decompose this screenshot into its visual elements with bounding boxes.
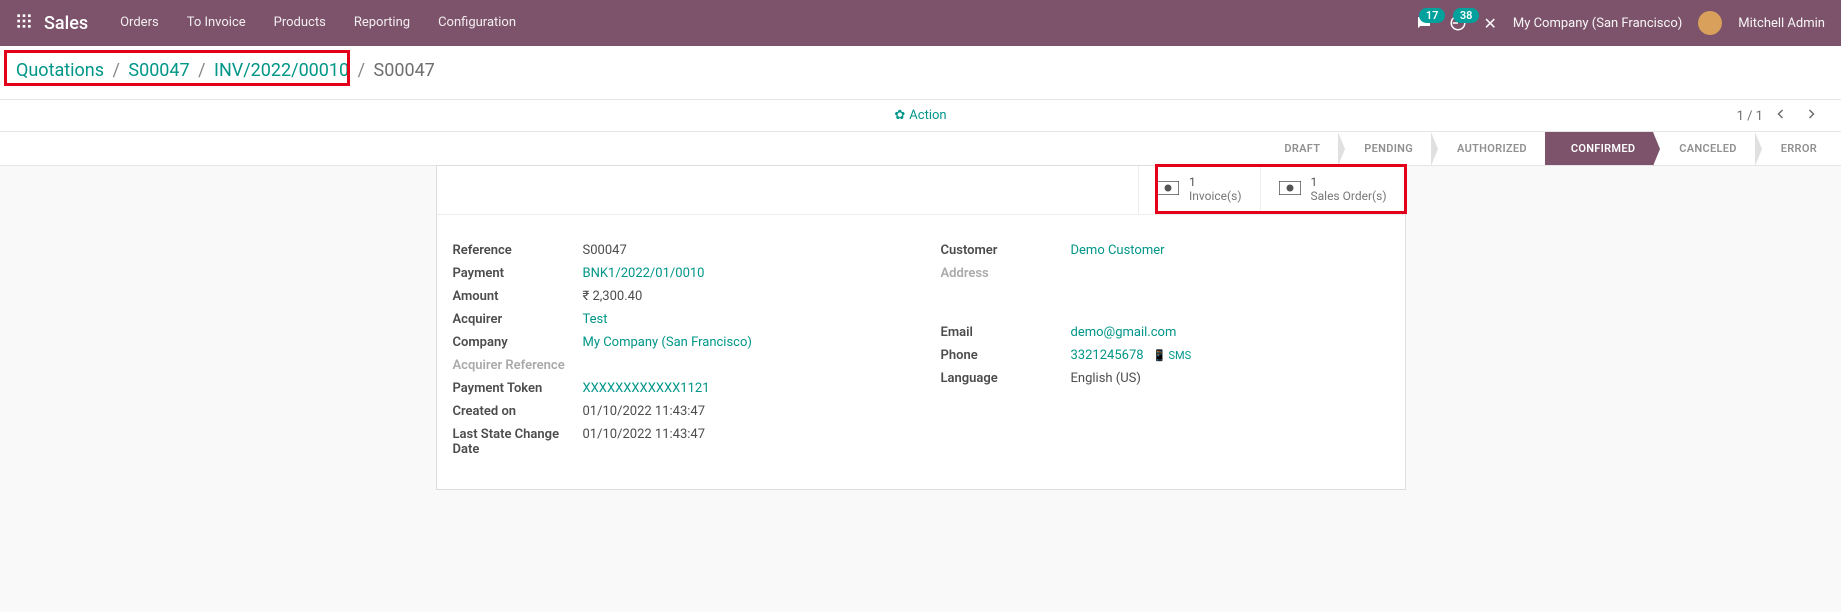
breadcrumb-link-quotations[interactable]: Quotations [16,60,104,81]
money-icon [1157,179,1179,200]
activity-icon[interactable]: 38 [1449,14,1467,32]
stat-buttons: 1 Invoice(s) 1 Sales Order(s) [437,166,1405,215]
value-company[interactable]: My Company (San Francisco) [583,335,752,350]
menu-products[interactable]: Products [260,0,340,46]
menu-to-invoice[interactable]: To Invoice [173,0,260,46]
sales-orders-count: 1 [1311,176,1387,190]
main-menu: Orders To Invoice Products Reporting Con… [106,0,530,46]
right-column: Customer Demo Customer Address Email dem… [941,239,1389,461]
breadcrumb-sep: / [358,60,365,81]
pager-prev[interactable] [1769,104,1793,128]
pager-position: 1 / 1 [1737,109,1763,124]
messaging-icon[interactable]: 17 [1415,14,1433,32]
action-dropdown[interactable]: ✿ Action [894,108,946,123]
label-phone: Phone [941,348,1071,363]
value-last-state-change: 01/10/2022 11:43:47 [583,427,706,457]
value-payment-token[interactable]: XXXXXXXXXXXX1121 [583,381,710,396]
phone-icon: 📱 [1153,349,1167,362]
control-panel-subbar: ✿ Action 1 / 1 [0,100,1841,132]
breadcrumb-sep: / [112,60,119,81]
status-confirmed[interactable]: CONFIRMED [1545,132,1653,165]
gear-icon: ✿ [894,108,905,123]
avatar[interactable] [1698,11,1722,35]
money-icon [1279,179,1301,200]
invoices-label: Invoice(s) [1189,190,1242,204]
breadcrumb-link-s00047[interactable]: S00047 [128,60,189,81]
user-menu[interactable]: Mitchell Admin [1738,16,1825,31]
app-name[interactable]: Sales [44,13,88,34]
apps-icon[interactable] [16,13,32,33]
label-email: Email [941,325,1071,340]
value-reference: S00047 [583,243,627,258]
status-canceled[interactable]: CANCELED [1653,132,1754,165]
stat-button-sales-orders[interactable]: 1 Sales Order(s) [1260,166,1405,214]
label-company: Company [453,335,583,350]
label-customer: Customer [941,243,1071,258]
breadcrumb-link-inv[interactable]: INV/2022/00010 [214,60,349,81]
label-payment-token: Payment Token [453,381,583,396]
value-email[interactable]: demo@gmail.com [1071,325,1177,340]
menu-reporting[interactable]: Reporting [340,0,424,46]
breadcrumb: Quotations / S00047 / INV/2022/00010 / S… [16,60,435,81]
breadcrumb-current: S00047 [374,60,435,81]
statusbar: DRAFTPENDINGAUTHORIZEDCONFIRMEDCANCELEDE… [0,132,1841,166]
stat-button-invoices[interactable]: 1 Invoice(s) [1138,166,1260,214]
sales-orders-label: Sales Order(s) [1311,190,1387,204]
label-acquirer: Acquirer [453,312,583,327]
label-language: Language [941,371,1071,386]
company-switcher[interactable]: My Company (San Francisco) [1513,16,1682,31]
label-amount: Amount [453,289,583,304]
close-icon[interactable]: ✕ [1483,14,1496,33]
label-address: Address [941,266,1071,281]
label-created-on: Created on [453,404,583,419]
activity-count: 38 [1453,8,1480,23]
topnav: Sales Orders To Invoice Products Reporti… [0,0,1841,46]
value-payment[interactable]: BNK1/2022/01/0010 [583,266,705,281]
breadcrumb-bar: Quotations / S00047 / INV/2022/00010 / S… [0,46,1841,100]
label-payment: Payment [453,266,583,281]
menu-orders[interactable]: Orders [106,0,173,46]
label-last-state-change: Last State Change Date [453,427,583,457]
value-customer[interactable]: Demo Customer [1071,243,1165,258]
label-acquirer-reference: Acquirer Reference [453,358,583,373]
form-sheet: 1 Invoice(s) 1 Sales Order(s) Reference [436,165,1406,490]
pager-next[interactable] [1799,104,1823,128]
menu-configuration[interactable]: Configuration [424,0,530,46]
status-authorized[interactable]: AUTHORIZED [1431,132,1545,165]
status-error[interactable]: ERROR [1755,132,1835,165]
left-column: Reference S00047 Payment BNK1/2022/01/00… [453,239,901,461]
sms-label: SMS [1169,349,1192,362]
sms-button[interactable]: 📱 SMS [1153,349,1191,362]
value-phone[interactable]: 3321245678 [1071,348,1144,363]
value-amount: ₹ 2,300.40 [583,289,643,304]
value-created-on: 01/10/2022 11:43:47 [583,404,706,419]
breadcrumb-sep: / [198,60,205,81]
value-acquirer[interactable]: Test [583,312,608,327]
messaging-count: 17 [1419,8,1446,23]
status-pending[interactable]: PENDING [1338,132,1431,165]
action-label: Action [909,108,946,123]
pager: 1 / 1 [1737,100,1823,132]
status-draft[interactable]: DRAFT [1266,132,1338,165]
label-reference: Reference [453,243,583,258]
value-language: English (US) [1071,371,1141,386]
invoices-count: 1 [1189,176,1242,190]
